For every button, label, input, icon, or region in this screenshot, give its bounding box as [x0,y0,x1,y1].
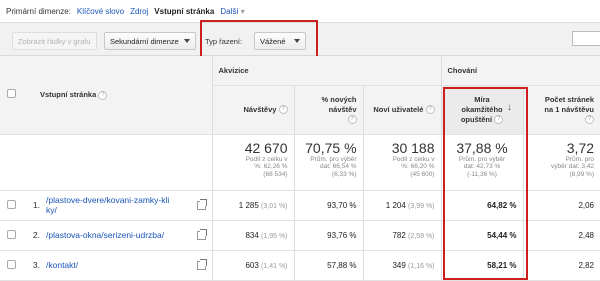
secondary-dimension-label: Sekundární dimenze [110,36,179,46]
help-icon[interactable]: ? [278,105,288,115]
pages-header-line1: Počet stránek [544,94,595,104]
landing-page-link-line2: ky/ [46,205,57,215]
new-users-cell: 782 (2,59 %) [362,220,442,251]
total-pages-note: Prům. pro [565,155,595,163]
plot-rows-button[interactable]: Zobrazit řádky v grafu [12,32,97,50]
column-header-pages-per-visit[interactable]: Počet stránek na 1 návštěvu ? [522,85,600,135]
total-new-visits-value: 70,75 % [305,139,357,156]
visits-cell: 1 285 (3,01 %) [211,190,295,221]
help-icon[interactable]: ? [585,115,595,125]
new-users-value: 349 [392,260,406,270]
dimension-option-landing-page: Vstupní stránka [154,6,215,16]
new-visits-header-line1: % nových [321,94,357,104]
total-new-visits: 70,75 % Prům. pro výběr dat: 66,54 % (6,… [293,134,364,191]
total-visits-note: %: 62,26 % [254,163,288,170]
total-new-users-value: 30 188 [391,139,435,156]
caret-down-icon [183,39,190,43]
visits-percent: (3,01 %) [261,202,288,210]
total-visits-note: (68 534) [263,170,288,178]
row-number: 3. [22,250,46,281]
new-users-percent: (3,99 %) [408,202,435,210]
group-header-acquisition: Akvizice [211,56,442,86]
column-header-landing-page[interactable]: Vstupní stránka [40,90,96,99]
primary-dimension-bar: Primární dimenze: Klíčové slovo Zdroj Vs… [0,0,600,22]
external-link-icon[interactable] [196,258,207,270]
dimension-option-source[interactable]: Zdroj [130,7,148,16]
dimension-more-dropdown[interactable]: Další ▾ [220,7,244,16]
new-users-percent: (1,16 %) [408,262,435,270]
row-number: 2. [22,220,46,251]
table-search-input[interactable] [572,31,600,46]
total-pages-note: výběr dat: 3,42 [551,163,595,170]
new-users-value: 782 [392,230,406,240]
total-visits-value: 42 670 [244,139,288,156]
total-new-visits-note: Prům. pro výběr [310,155,357,163]
total-new-visits-note: dat: 66,54 % [320,163,357,170]
total-new-users: 30 188 Podíl z celku v %: 66,20 % (45 60… [362,134,442,191]
visits-cell: 603 (1,41 %) [211,250,295,281]
row-checkbox[interactable] [6,229,16,239]
select-all-checkbox[interactable] [6,89,16,99]
help-icon[interactable]: ? [425,105,435,115]
visits-percent: (1,95 %) [261,232,288,240]
total-new-visits-note: (6,33 %) [331,170,357,178]
landing-page-link[interactable]: /plastova-okna/serizeni-udrzba/ [46,230,164,240]
pages-header-line2: na 1 návštěvu [544,104,595,114]
total-visits: 42 670 Podíl z celku v %: 62,26 % (68 53… [211,134,295,191]
visits-value: 834 [245,230,259,240]
new-users-header-label: Noví uživatelé [373,104,424,114]
landing-page-link[interactable]: /kontakt/ [46,260,78,270]
total-pages-note: (8,99 %) [569,170,595,178]
new-visits-cell: 93,76 % [293,220,364,251]
dimension-more-label: Další [220,6,239,16]
help-icon[interactable]: ? [98,90,108,100]
total-pages-value: 3,72 [566,139,595,156]
visits-value: 603 [245,260,259,270]
column-header-new-users[interactable]: Noví uživatelé ? [362,85,442,135]
row-checkbox[interactable] [6,259,16,269]
new-visits-header-line2: návštěv [328,104,357,114]
help-icon[interactable]: ? [347,115,357,125]
new-visits-cell: 93,70 % [293,190,364,221]
column-header-visits[interactable]: Návštěvy ? [211,85,295,135]
visits-percent: (1,41 %) [261,262,288,270]
new-users-value: 1 204 [385,200,406,210]
pages-per-visit-cell: 2,48 [522,220,600,251]
dimension-option-keyword[interactable]: Klíčové slovo [77,7,124,16]
sort-highlight-box [200,20,318,60]
visits-header-label: Návštěvy [243,104,277,114]
pages-per-visit-cell: 2,82 [522,250,600,281]
visits-value: 1 285 [238,200,259,210]
group-header-behavior: Chování [440,56,600,86]
total-new-users-note: Podíl z celku v [392,155,435,163]
new-users-cell: 349 (1,16 %) [362,250,442,281]
visits-cell: 834 (1,95 %) [211,220,295,251]
external-link-icon[interactable] [196,228,207,240]
column-header-new-visits[interactable]: % nových návštěv ? [293,85,364,135]
total-new-users-note: (45 600) [410,170,435,178]
external-link-icon[interactable] [196,198,207,210]
new-users-percent: (2,59 %) [408,232,435,240]
primary-dimension-label: Primární dimenze: [6,6,71,16]
total-new-users-note: %: 66,20 % [401,163,435,170]
secondary-dimension-dropdown[interactable]: Sekundární dimenze [104,32,196,50]
pages-per-visit-cell: 2,06 [522,190,600,221]
chevron-down-icon: ▾ [240,6,245,16]
bounce-rate-highlight-box [443,87,528,280]
landing-page-link-line1: /plastove-dvere/kovani-zamky-kli [46,195,170,205]
total-visits-note: Podíl z celku v [245,155,288,163]
total-pages-per-visit: 3,72 Prům. pro výběr dat: 3,42 (8,99 %) [522,134,600,191]
row-checkbox[interactable] [6,199,16,209]
row-number: 1. [22,190,46,221]
new-visits-cell: 57,88 % [293,250,364,281]
new-users-cell: 1 204 (3,99 %) [362,190,442,221]
landing-page-link[interactable]: /plastove-dvere/kovani-zamky-kli ky/ [46,195,169,215]
